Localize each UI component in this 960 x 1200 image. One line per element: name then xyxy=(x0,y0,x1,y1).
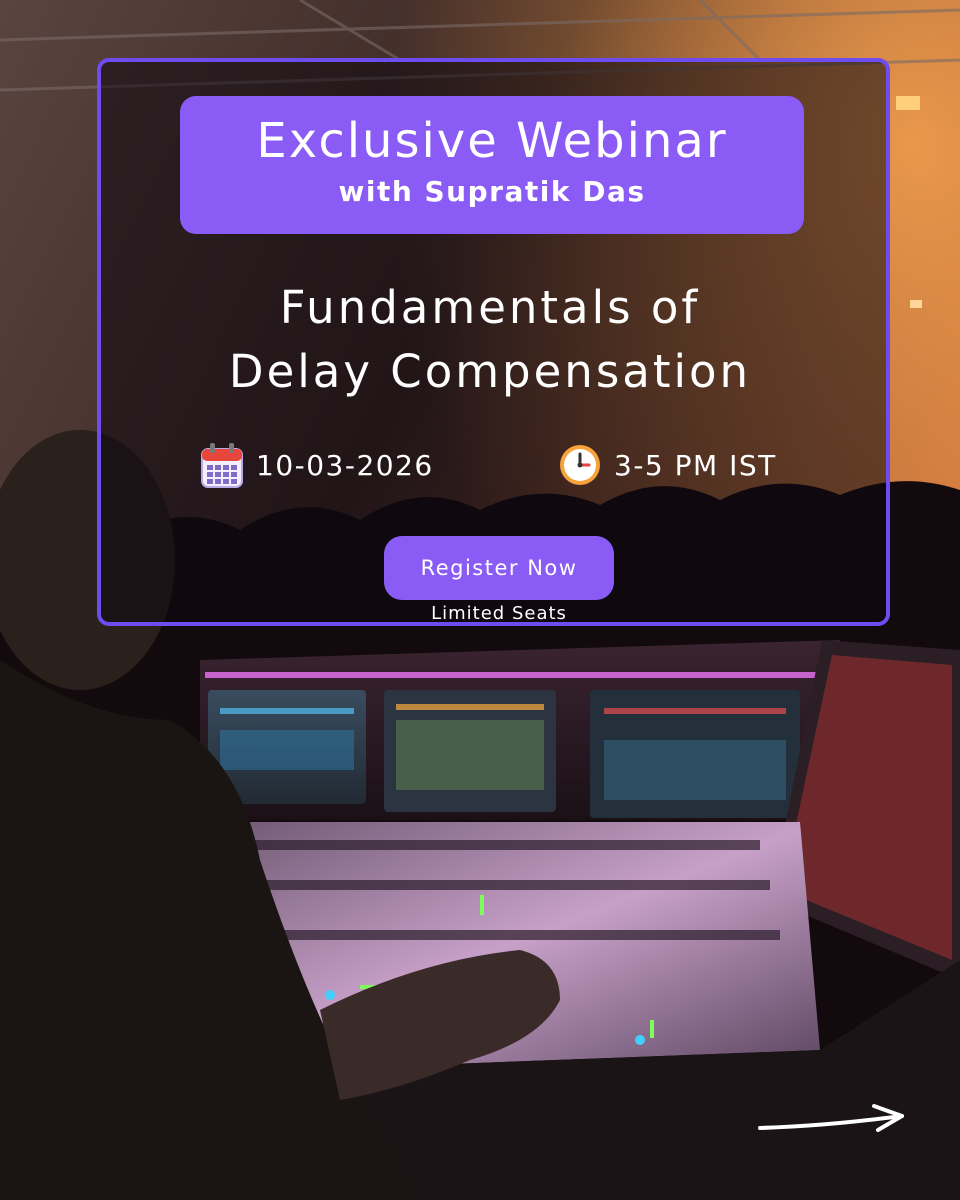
speaker-subtitle: with Supratik Das xyxy=(338,175,646,208)
event-date-text: 10-03-2026 xyxy=(256,448,434,482)
talk-title-line-1: Fundamentals of xyxy=(279,281,701,334)
event-date: 10-03-2026 xyxy=(200,440,434,490)
event-time: 3-5 PM IST xyxy=(558,440,777,490)
talk-title-line-2: Delay Compensation xyxy=(228,345,752,398)
webinar-title: Exclusive Webinar xyxy=(256,113,728,169)
calendar-icon xyxy=(201,443,243,488)
event-time-text: 3-5 PM IST xyxy=(614,448,777,482)
register-button[interactable]: Register Now xyxy=(384,536,614,600)
limited-seats-note: Limited Seats xyxy=(431,603,567,624)
arrow-right-icon[interactable] xyxy=(756,1100,908,1136)
talk-title: Fundamentals of Delay Compensation xyxy=(100,276,880,404)
clock-icon xyxy=(560,445,600,485)
header-banner: Exclusive Webinar with Supratik Das xyxy=(180,96,804,234)
